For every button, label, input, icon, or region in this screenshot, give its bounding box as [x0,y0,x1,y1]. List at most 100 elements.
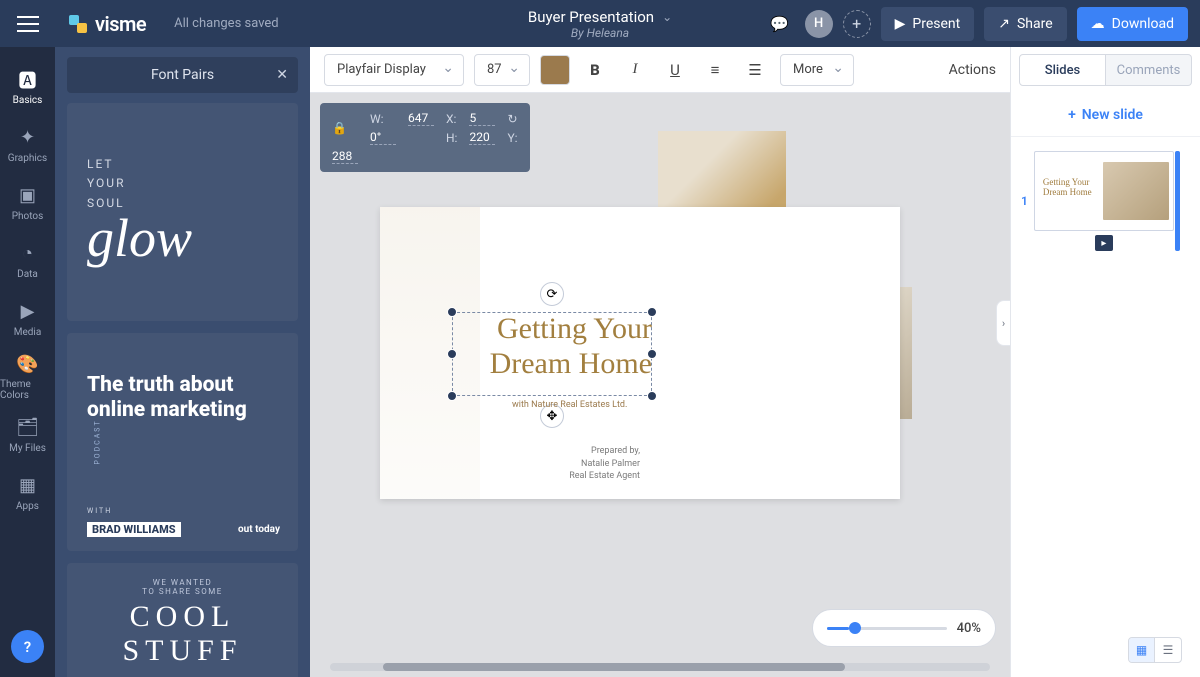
slide-thumbnail[interactable]: Getting Your Dream Home [1034,151,1174,231]
font-pair-card[interactable]: LET YOUR SOUL glow [67,103,298,321]
new-slide-button[interactable]: + New slide [1011,93,1200,137]
document-author: By Heleana [571,26,629,40]
font-color-swatch[interactable] [540,55,570,85]
download-label: Download [1112,16,1174,32]
transition-icon[interactable]: ▸ [1095,235,1113,251]
zoom-fill [827,627,849,630]
thumbnail-image [1103,162,1169,220]
font-pair-list: LET YOUR SOUL glow PODCAST The truth abo… [55,103,310,677]
chevron-down-icon: ⌄ [662,10,672,24]
card-out-label: out today [238,524,280,535]
files-icon: 🗂 [17,417,39,439]
present-button[interactable]: ▶ Present [881,7,975,41]
slide-thumbnail-row[interactable]: 1 Getting Your Dream Home ▸ [1011,137,1200,265]
card-script-text: glow [87,207,278,269]
selected-text-box[interactable]: ⟳ ✥ Getting Your Dream Home [452,312,652,396]
rotate-handle[interactable]: ⟳ [540,282,564,306]
download-button[interactable]: ☁ Download [1077,7,1188,41]
hamburger-icon [17,16,39,32]
rail-graphics[interactable]: ✦Graphics [0,117,55,173]
zoom-handle[interactable] [849,622,861,634]
font-size-select[interactable]: 87 [474,54,530,86]
user-avatar[interactable]: H [805,10,833,38]
menu-button[interactable] [0,0,55,47]
list-button[interactable]: ☰ [740,54,770,86]
resize-handle-tl[interactable] [447,307,457,317]
resize-handle-mr[interactable] [647,349,657,359]
app-logo[interactable]: visme [67,12,146,36]
photos-icon: ▣ [17,185,39,207]
more-label: More [793,62,823,77]
font-pair-card[interactable]: WE WANTED TO SHARE SOME COOL STUFF [67,563,298,677]
rotate-icon: ↻ [507,112,517,126]
resize-handle-br[interactable] [647,391,657,401]
horizontal-scrollbar[interactable] [330,663,990,671]
h-value[interactable]: 220 [469,130,495,145]
basics-icon: 🅰 [17,69,39,91]
actions-menu[interactable]: Actions [949,62,996,78]
prepared-label: Prepared by, [569,445,640,458]
italic-button[interactable]: I [620,54,650,86]
font-family-select[interactable]: Playfair Display [324,54,464,86]
tab-slides[interactable]: Slides [1019,54,1106,86]
rotation-value[interactable]: 0° [370,130,396,145]
card-with-label: WITH [87,507,112,515]
rail-label: Theme Colors [0,379,55,401]
media-icon: ▶ [17,301,39,323]
rail-photos[interactable]: ▣Photos [0,175,55,231]
rail-label: Basics [13,95,43,106]
resize-handle-bl[interactable] [447,391,457,401]
rail-apps[interactable]: ▦Apps [0,465,55,521]
slide-prepared-block[interactable]: Prepared by, Natalie Palmer Real Estate … [569,445,640,483]
close-icon[interactable]: ✕ [276,67,288,83]
grid-view-button[interactable]: ▦ [1129,638,1155,662]
w-value[interactable]: 647 [408,111,434,126]
palette-icon: 🎨 [17,353,39,375]
zoom-slider[interactable] [827,627,947,630]
share-button[interactable]: ↗ Share [984,7,1066,41]
expand-panel-button[interactable]: › [996,300,1010,346]
rail-my-files[interactable]: 🗂My Files [0,407,55,463]
share-icon: ↗ [998,16,1010,32]
rail-media[interactable]: ▶Media [0,291,55,347]
rail-data[interactable]: ◔ Data [0,233,55,289]
selection-border [452,312,652,396]
top-header: visme All changes saved Buyer Presentati… [0,0,1200,47]
card-subtext: LET YOUR SOUL [87,155,278,213]
lock-icon[interactable]: 🔒 [332,121,358,135]
underline-button[interactable]: U [660,54,690,86]
y-value[interactable]: 288 [332,149,358,164]
data-icon: ◔ [17,243,39,265]
scrollbar-thumb[interactable] [383,663,845,671]
align-button[interactable]: ≡ [700,54,730,86]
tab-comments[interactable]: Comments [1106,54,1192,86]
rail-theme-colors[interactable]: 🎨 Theme Colors [0,349,55,405]
more-select[interactable]: More [780,54,854,86]
canvas-area: Playfair Display 87 B I U ≡ ☰ More Actio… [310,47,1010,677]
font-family-value: Playfair Display [337,62,426,77]
document-title-block[interactable]: Buyer Presentation ⌄ By Heleana [528,8,672,40]
rail-label: Data [17,269,38,280]
y-label: Y: [507,131,517,145]
slide-subhead[interactable]: with Nature Real Estates Ltd. [512,400,627,410]
chat-icon[interactable]: 💬 [765,9,795,39]
share-label: Share [1017,16,1053,32]
logo-text: visme [95,12,146,36]
resize-handle-ml[interactable] [447,349,457,359]
card-sidetext: PODCAST [94,419,102,464]
zoom-control[interactable]: 40% [812,609,996,647]
graphics-icon: ✦ [17,127,39,149]
rail-label: Apps [16,501,39,512]
x-value[interactable]: 5 [469,111,495,126]
list-view-button[interactable]: ☰ [1155,638,1181,662]
help-button[interactable]: ? [11,630,44,663]
present-label: Present [912,16,960,32]
font-pair-card[interactable]: PODCAST The truth about online marketing… [67,333,298,551]
add-collaborator-button[interactable]: + [843,10,871,38]
card-title: The truth about online marketing [87,373,278,423]
position-readout: 🔒 W:647 X:5 ↻0° H:220 Y:288 [320,103,530,172]
resize-handle-tr[interactable] [647,307,657,317]
slide-canvas[interactable]: ⟳ ✥ Getting Your Dream Home with Nature … [380,207,900,499]
rail-basics[interactable]: 🅰 Basics [0,59,55,115]
bold-button[interactable]: B [580,54,610,86]
